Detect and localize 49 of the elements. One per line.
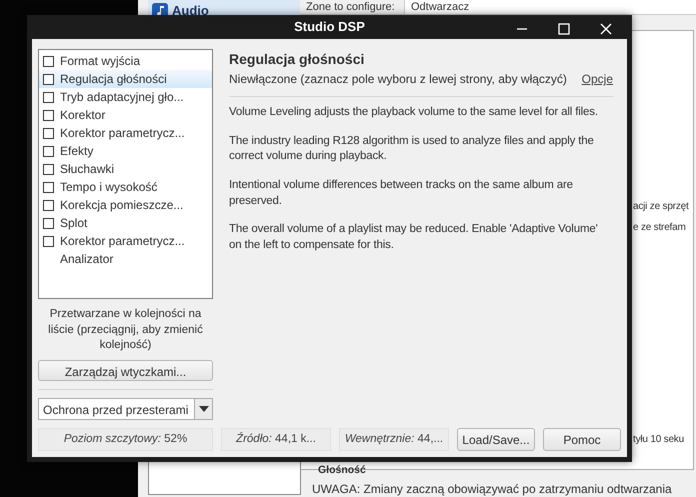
plugin-item[interactable]: Tempo i wysokość [39, 178, 212, 196]
plugin-item[interactable]: Korektor [39, 106, 212, 124]
plugin-item[interactable]: Słuchawki [39, 160, 212, 178]
window-title: Studio DSP [294, 18, 365, 36]
zone-value: Odtwarzacz [410, 0, 470, 14]
peak-level-label: Poziom szczytowy: 52% [38, 428, 213, 451]
plugin-item[interactable]: Tryb adaptacyjnej gło... [39, 88, 212, 106]
checkbox[interactable] [43, 182, 54, 193]
checkbox[interactable] [43, 56, 54, 67]
plugin-title: Regulacja głośności [229, 50, 366, 70]
text-fragment: e ze strefam [633, 221, 686, 235]
text-fragment: tyłu 10 seku [633, 433, 684, 447]
caret-icon [194, 399, 212, 419]
checkbox[interactable] [43, 74, 54, 85]
maximize-icon [558, 23, 570, 35]
description-paragraph: Intentional volume differences between tracks on the same album are preserved. [229, 178, 574, 209]
plugin-item[interactable]: Analizator [39, 250, 212, 268]
section-header: Głośność [318, 463, 366, 478]
plugin-item[interactable]: Korekcja pomieszcze... [39, 196, 212, 214]
preset-dropdown[interactable]: Ochrona przed przesterami [38, 398, 213, 420]
plugin-item[interactable]: Splot [39, 214, 212, 232]
checkbox[interactable] [43, 200, 54, 211]
description-paragraph: The overall volume of a playlist may be reduced. Enable 'Adaptive Volume' on the left to compensate for this. [229, 222, 599, 253]
checkbox[interactable] [43, 92, 54, 103]
description-paragraph: The industry leading R128 algorithm is used to analyze files and apply the correct volume during playback. [229, 134, 595, 164]
internal-rate-label: Wewnętrznie: 44,... [339, 428, 449, 451]
plugin-item[interactable]: Format wyjścia [39, 52, 212, 70]
plugin-item[interactable]: Korektor parametrycz... [39, 232, 212, 250]
close-icon [600, 23, 612, 35]
dialog-button[interactable]: Load/Save... [457, 428, 535, 451]
source-rate-label: Źródło: 44,1 k... [221, 428, 331, 451]
order-hint: Przetwarzane w kolejności na liście (przeciągnij, aby zmienić kolejność) [47, 307, 204, 354]
plugin-item[interactable]: Efekty [39, 142, 212, 160]
options-link[interactable]: Opcje [582, 70, 613, 88]
checkbox[interactable] [43, 218, 54, 229]
checkbox[interactable] [43, 236, 54, 247]
warning-note: UWAGA: Zmiany zaczną obowiązywać po zatrzymaniu odtwarzania [312, 481, 672, 497]
checkbox[interactable] [43, 110, 54, 121]
plugin-item[interactable]: Korektor parametrycz... [39, 124, 212, 142]
manage-plugins-button[interactable]: Zarządzaj wtyczkami... [38, 360, 213, 381]
plugin-item[interactable]: Regulacja głośności [39, 70, 212, 88]
zone-label: Zone to configure: [300, 0, 405, 14]
description-paragraph: Volume Leveling adjusts the playback volume to the same level for all files. [229, 105, 599, 120]
dialog-button[interactable]: Pomoc [543, 428, 621, 451]
checkbox[interactable] [43, 128, 54, 139]
checkbox[interactable] [43, 164, 54, 175]
checkbox[interactable] [43, 146, 54, 157]
text-fragment: acji ze sprzęt [633, 200, 689, 214]
plugin-status: Niewłączone (zaznacz pole wyboru z lewej strony, aby włączyć) [229, 71, 567, 88]
